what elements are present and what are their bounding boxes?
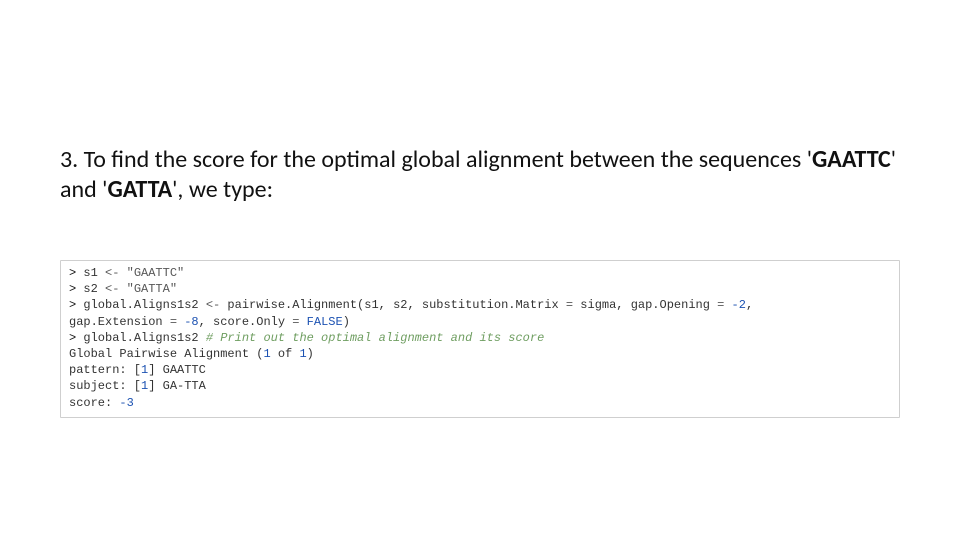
eq-op: = [717, 298, 724, 312]
string-literal: "GATTA" [127, 282, 177, 296]
sequence-2: GATTA [107, 175, 172, 204]
number-literal: -8 [184, 315, 198, 329]
assign-op: <- [105, 282, 119, 296]
prompt: > [69, 266, 83, 280]
score-only-left: , score.Only [199, 315, 293, 329]
output-pattern-left: pattern: [ [69, 363, 141, 377]
output-end: ) [307, 347, 314, 361]
false-keyword: FALSE [307, 315, 343, 329]
output-subject-right: ] GA-TTA [148, 379, 206, 393]
sequence-1: GAATTC [812, 145, 891, 174]
output-subject-left: subject: [ [69, 379, 141, 393]
output-mid: of [271, 347, 300, 361]
instruction-post: ', we type: [172, 175, 273, 204]
prompt: > [69, 298, 83, 312]
code-ga-left: global.Aligns1s2 [83, 298, 205, 312]
comma: , [746, 298, 753, 312]
number-literal: -3 [119, 396, 133, 410]
print-call: global.Aligns1s2 [83, 331, 205, 345]
comment: # Print out the optimal alignment and it… [206, 331, 544, 345]
prompt: > [69, 282, 83, 296]
eq-op: = [170, 315, 177, 329]
slide: 3. To find the score for the optimal glo… [0, 0, 960, 418]
code-s2-left: s2 [83, 282, 105, 296]
output-line: Global Pairwise Alignment ( [69, 347, 263, 361]
code-s1-left: s1 [83, 266, 105, 280]
close-paren: ) [343, 315, 350, 329]
assign-op: <- [105, 266, 119, 280]
fn-call-seg: pairwise.Alignment(s1, s2, substitution.… [220, 298, 566, 312]
code-block: > s1 <- "GAATTC" > s2 <- "GATTA" > globa… [60, 260, 900, 418]
output-score-left: score: [69, 396, 119, 410]
assign-op: <- [206, 298, 220, 312]
number-literal: 1 [263, 347, 270, 361]
prompt: > [69, 331, 83, 345]
eq-op: = [292, 315, 299, 329]
fn-call-seg: sigma, gap.Opening [573, 298, 717, 312]
eq-op: = [566, 298, 573, 312]
number-literal: 1 [299, 347, 306, 361]
instruction-text: 3. To find the score for the optimal glo… [60, 145, 900, 205]
string-literal: "GAATTC" [127, 266, 185, 280]
instruction-pre: 3. To find the score for the optimal glo… [60, 145, 812, 174]
output-pattern-right: ] GAATTC [148, 363, 206, 377]
gap-ext-left: gap.Extension [69, 315, 170, 329]
number-literal: -2 [732, 298, 746, 312]
